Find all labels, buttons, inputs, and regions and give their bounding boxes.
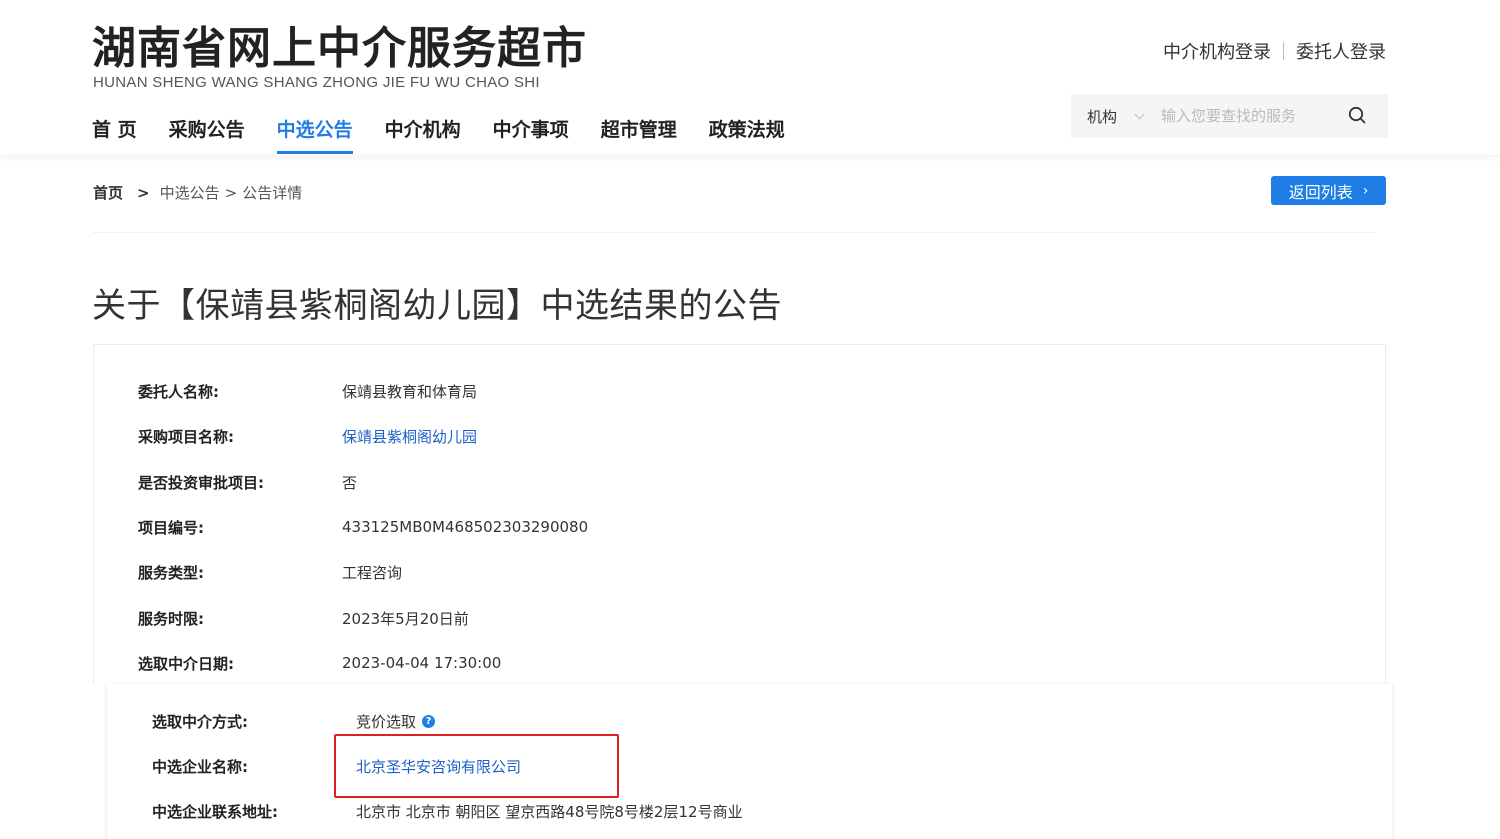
- chevron-right-icon: ›: [1362, 182, 1369, 199]
- detail-label: 采购项目名称:: [138, 427, 234, 446]
- project-name-link[interactable]: 保靖县紫桐阁幼儿园: [342, 426, 477, 447]
- breadcrumb-separator: >: [224, 183, 238, 202]
- breadcrumb-separator: >: [137, 183, 150, 202]
- site-header: 湖南省网上中介服务超市 HUNAN SHENG WANG SHANG ZHONG…: [0, 0, 1500, 155]
- detail-row-winning-company: 中选企业名称: 北京圣华安咨询有限公司: [152, 755, 521, 777]
- detail-label: 选取中介方式:: [152, 712, 248, 731]
- detail-value: 否: [342, 473, 358, 492]
- breadcrumb-selection-notices[interactable]: 中选公告: [160, 182, 220, 203]
- help-icon[interactable]: ?: [422, 714, 436, 728]
- detail-value: 2023年5月20日前: [342, 609, 469, 628]
- detail-row-investment-approval: 是否投资审批项目: 否: [138, 471, 357, 493]
- chevron-down-icon[interactable]: [1135, 111, 1145, 121]
- back-button-label: 返回列表: [1288, 182, 1353, 202]
- page-title: 关于【保靖县紫桐阁幼儿园】中选结果的公告: [92, 286, 782, 326]
- detail-label: 服务时限:: [138, 609, 204, 628]
- nav-policies[interactable]: 政策法规: [709, 112, 785, 154]
- main-nav: 首 页 采购公告 中选公告 中介机构 中介事项 超市管理 政策法规: [92, 112, 817, 154]
- nav-procurement-notices[interactable]: 采购公告: [169, 112, 245, 154]
- detail-value: 工程咨询: [342, 563, 403, 582]
- search-icon[interactable]: [1348, 106, 1366, 124]
- search-category-select[interactable]: 机构: [1087, 106, 1121, 127]
- detail-row-service-deadline: 服务时限: 2023年5月20日前: [138, 607, 469, 629]
- detail-row-service-type: 服务类型: 工程咨询: [138, 561, 402, 583]
- header-divider: [93, 232, 1376, 233]
- nav-home[interactable]: 首 页: [92, 112, 137, 154]
- nav-selection-notices[interactable]: 中选公告: [276, 112, 353, 154]
- site-logo-subtitle: HUNAN SHENG WANG SHANG ZHONG JIE FU WU C…: [93, 74, 540, 91]
- detail-label: 中选企业联系地址:: [152, 802, 278, 821]
- back-to-list-button[interactable]: 返回列表 ›: [1271, 176, 1386, 205]
- nav-market-management[interactable]: 超市管理: [601, 112, 677, 154]
- detail-value: 竞价选取: [356, 712, 417, 731]
- detail-row-selection-date: 选取中介日期: 2023-04-04 17:30:00: [138, 652, 501, 674]
- login-divider: [1283, 42, 1284, 60]
- breadcrumb-home[interactable]: 首页: [93, 182, 123, 203]
- client-login-link[interactable]: 委托人登录: [1296, 38, 1386, 64]
- breadcrumb-current: 公告详情: [242, 184, 303, 202]
- detail-row-project-number: 项目编号: 433125MB0M468502303290080: [138, 516, 588, 538]
- detail-value: 2023-04-04 17:30:00: [342, 654, 502, 672]
- detail-value: 保靖县教育和体育局: [342, 382, 478, 401]
- nav-agency-matters[interactable]: 中介事项: [493, 112, 569, 154]
- search-box: 机构: [1071, 94, 1388, 138]
- agency-login-link[interactable]: 中介机构登录: [1163, 38, 1271, 64]
- detail-label: 服务类型:: [138, 563, 204, 582]
- detail-row-selection-method: 选取中介方式: 竞价选取 ?: [152, 710, 436, 732]
- detail-value: 433125MB0M468502303290080: [342, 518, 589, 536]
- detail-value: 北京市 北京市 朝阳区 望京西路48号院8号楼2层12号商业: [356, 802, 743, 821]
- detail-row-client: 委托人名称: 保靖县教育和体育局: [138, 380, 477, 402]
- detail-row-project-name: 采购项目名称: 保靖县紫桐阁幼儿园: [138, 425, 477, 447]
- detail-label: 委托人名称:: [138, 382, 219, 401]
- detail-label: 中选企业名称:: [152, 757, 248, 776]
- detail-label: 选取中介日期:: [138, 654, 234, 673]
- login-links: 中介机构登录 委托人登录: [1163, 38, 1386, 64]
- breadcrumb: 首页 > 中选公告 > 公告详情: [93, 182, 302, 203]
- search-input[interactable]: [1161, 107, 1331, 125]
- detail-row-company-address: 中选企业联系地址: 北京市 北京市 朝阳区 望京西路48号院8号楼2层12号商业: [152, 800, 743, 822]
- detail-label: 是否投资审批项目:: [138, 473, 264, 492]
- nav-agencies[interactable]: 中介机构: [385, 112, 461, 154]
- site-logo-title[interactable]: 湖南省网上中介服务超市: [92, 22, 587, 76]
- winning-company-link[interactable]: 北京圣华安咨询有限公司: [356, 756, 521, 777]
- detail-label: 项目编号:: [138, 518, 204, 537]
